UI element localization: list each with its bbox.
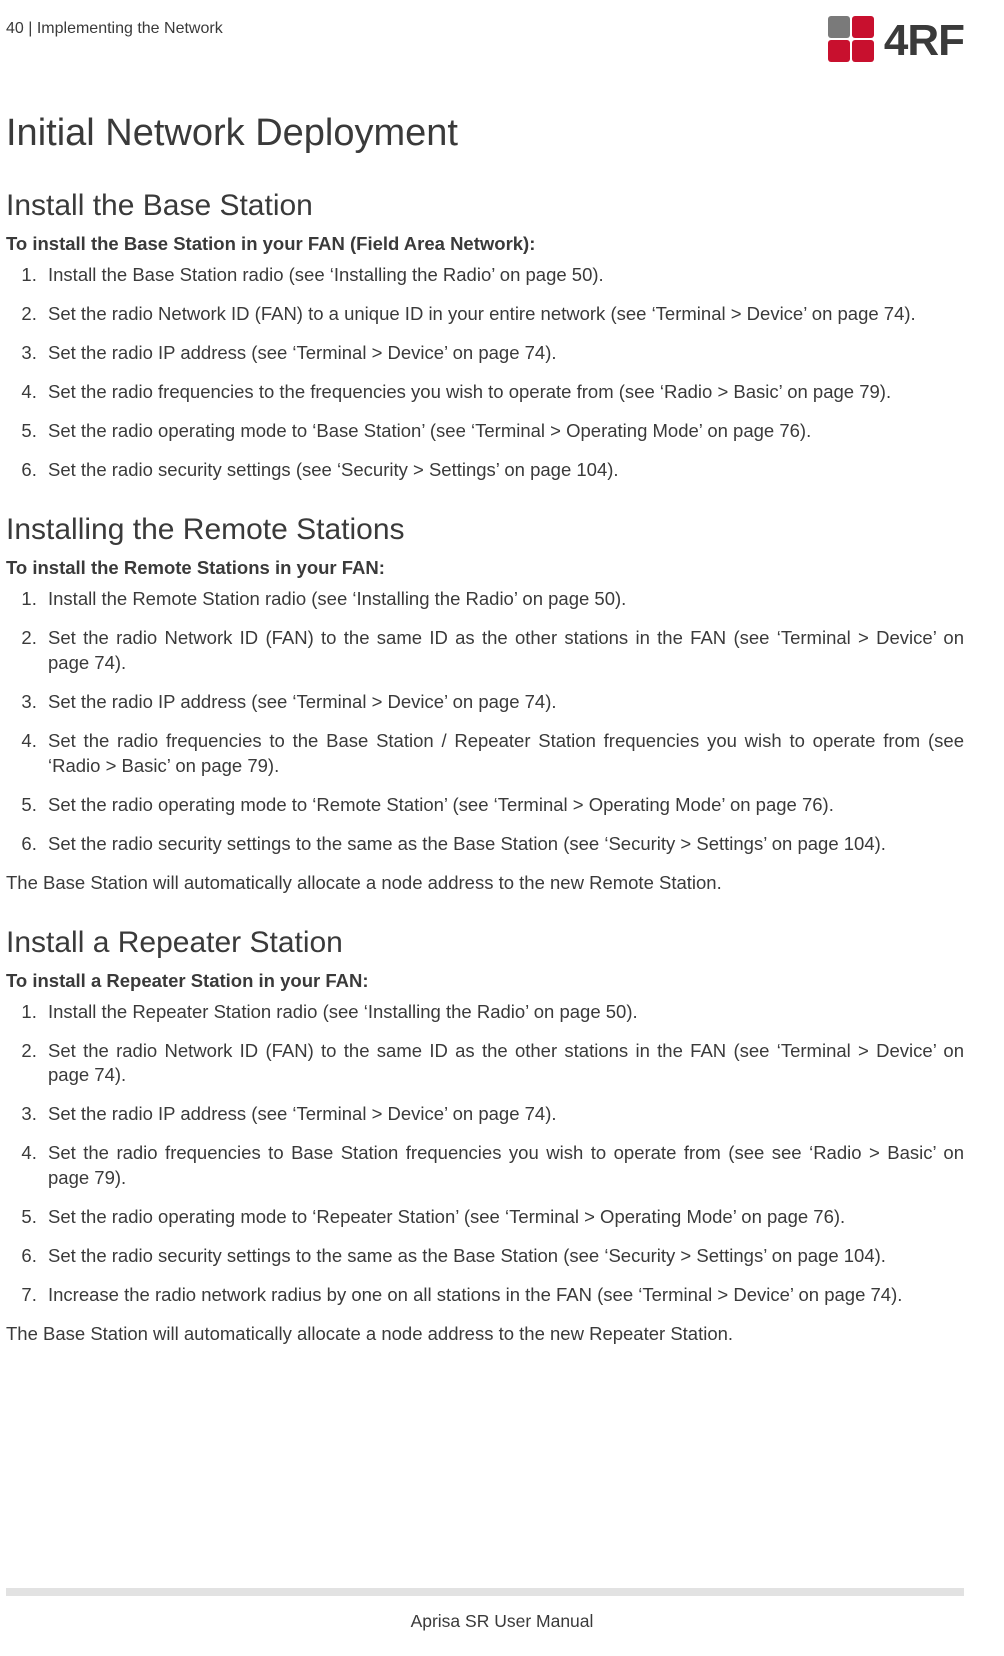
section-heading-repeater-station: Install a Repeater Station (6, 926, 964, 960)
steps-remote-stations: Install the Remote Station radio (see ‘I… (6, 587, 964, 857)
section-subhead-base-station: To install the Base Station in your FAN … (6, 233, 964, 255)
step-item: Set the radio Network ID (FAN) to the sa… (42, 1039, 964, 1089)
step-item: Increase the radio network radius by one… (42, 1283, 964, 1308)
step-item: Set the radio security settings (see ‘Se… (42, 458, 964, 483)
trailing-note-repeater-station: The Base Station will automatically allo… (6, 1322, 964, 1347)
header-left: 40 | Implementing the Network (6, 18, 223, 38)
trailing-note-remote-stations: The Base Station will automatically allo… (6, 871, 964, 896)
step-item: Set the radio frequencies to the Base St… (42, 729, 964, 779)
chapter-title: Implementing the Network (37, 20, 223, 37)
section-heading-base-station: Install the Base Station (6, 189, 964, 223)
step-item: Install the Base Station radio (see ‘Ins… (42, 263, 964, 288)
section-subhead-remote-stations: To install the Remote Stations in your F… (6, 557, 964, 579)
footer-text: Aprisa SR User Manual (0, 1611, 1004, 1632)
step-item: Set the radio frequencies to the frequen… (42, 380, 964, 405)
step-item: Set the radio Network ID (FAN) to the sa… (42, 626, 964, 676)
step-item: Set the radio operating mode to ‘Remote … (42, 793, 964, 818)
step-item: Set the radio IP address (see ‘Terminal … (42, 1102, 964, 1127)
step-item: Set the radio IP address (see ‘Terminal … (42, 341, 964, 366)
page-title: Initial Network Deployment (6, 112, 964, 155)
brand-logo: 4RF (828, 18, 964, 64)
step-item: Install the Remote Station radio (see ‘I… (42, 587, 964, 612)
logo-squares-icon (828, 16, 874, 62)
step-item: Install the Repeater Station radio (see … (42, 1000, 964, 1025)
step-item: Set the radio Network ID (FAN) to a uniq… (42, 302, 964, 327)
page-number: 40 (6, 20, 24, 37)
footer-rule (6, 1588, 964, 1596)
step-item: Set the radio IP address (see ‘Terminal … (42, 690, 964, 715)
steps-base-station: Install the Base Station radio (see ‘Ins… (6, 263, 964, 483)
page-header: 40 | Implementing the Network 4RF (6, 18, 964, 64)
steps-repeater-station: Install the Repeater Station radio (see … (6, 1000, 964, 1309)
step-item: Set the radio security settings to the s… (42, 832, 964, 857)
step-item: Set the radio frequencies to Base Statio… (42, 1141, 964, 1191)
section-subhead-repeater-station: To install a Repeater Station in your FA… (6, 970, 964, 992)
header-separator: | (24, 20, 37, 37)
section-heading-remote-stations: Installing the Remote Stations (6, 513, 964, 547)
step-item: Set the radio security settings to the s… (42, 1244, 964, 1269)
logo-text: 4RF (884, 19, 964, 63)
step-item: Set the radio operating mode to ‘Repeate… (42, 1205, 964, 1230)
step-item: Set the radio operating mode to ‘Base St… (42, 419, 964, 444)
